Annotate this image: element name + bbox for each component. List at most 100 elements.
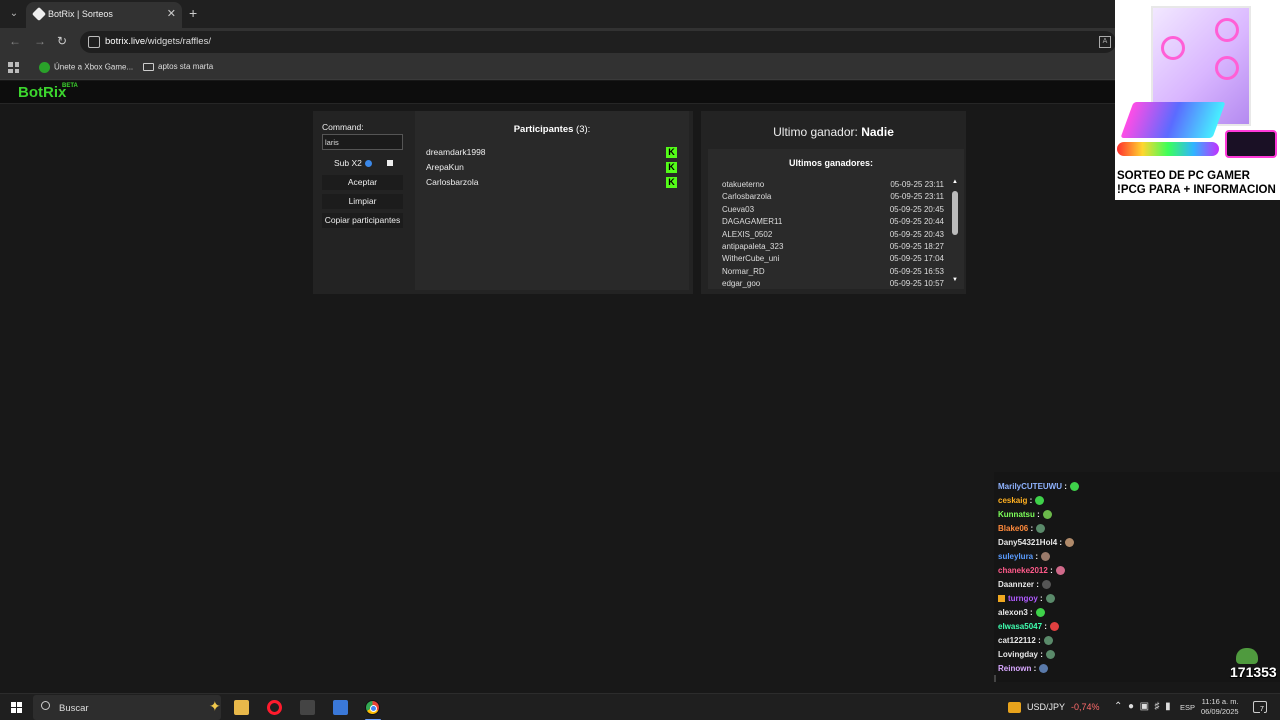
url-text[interactable]: botrix.live/widgets/raffles/ xyxy=(105,36,211,47)
tab-title: BotRix | Sorteos xyxy=(48,9,113,19)
list-item: Normar_RD 05-09-25 16:53 xyxy=(722,267,944,279)
winner-name: Normar_RD xyxy=(722,266,765,276)
chat-message: Lovingday : xyxy=(998,648,1055,662)
chat-username: chaneke2012 xyxy=(998,566,1048,575)
list-item: edgar_goo 05-09-25 10:57 xyxy=(722,279,944,289)
scroll-down-icon[interactable]: ▼ xyxy=(951,277,959,283)
list-item: ArepaKun K xyxy=(415,160,689,175)
clear-button[interactable]: Limpiar xyxy=(322,194,403,209)
raffle-panel: Command: Sub X2 Aceptar Limpiar Copiar p… xyxy=(313,111,693,294)
botrix-logo[interactable]: BotRix xyxy=(18,84,66,101)
rgb-keyboard-image xyxy=(1120,102,1226,138)
back-arrow-icon[interactable]: ← xyxy=(9,34,21,48)
chat-separator: : xyxy=(1029,496,1033,505)
chat-separator: : xyxy=(1050,566,1053,575)
recent-winners-list: otakueterno 05-09-25 23:11 Carlosbarzola 0… xyxy=(722,180,944,289)
folder-icon xyxy=(143,62,154,71)
new-tab-plus-icon[interactable]: + xyxy=(189,5,197,21)
app-icon[interactable] xyxy=(300,700,315,715)
store-icon[interactable] xyxy=(333,700,348,715)
file-explorer-icon[interactable] xyxy=(234,700,249,715)
chat-username: suleylura xyxy=(998,552,1034,561)
winner-name: otakueterno xyxy=(722,180,765,189)
winner-name: Cueva03 xyxy=(722,204,755,214)
list-item: dreamdark1998 K xyxy=(415,145,689,160)
chevron-up-icon[interactable]: ⌃ xyxy=(1114,701,1122,712)
list-item: Cueva03 05-09-25 20:45 xyxy=(722,205,944,217)
usdjpy-ticker[interactable]: USD/JPY -0,74% xyxy=(1008,702,1100,714)
participants-list: dreamdark1998 K ArepaKun K Carlosbarzola K xyxy=(415,145,689,190)
bookmark-folder-aptos[interactable]: aptos sta marta xyxy=(143,62,213,71)
reload-icon[interactable]: ↻ xyxy=(57,34,67,48)
winner-date: 05-09-25 20:44 xyxy=(889,217,944,227)
sub-x2-checkbox[interactable] xyxy=(387,160,393,166)
translate-icon[interactable]: A xyxy=(1099,36,1111,48)
chat-username: alexon3 xyxy=(998,608,1028,617)
notification-center-icon[interactable]: 7 xyxy=(1253,701,1267,714)
rgb-lightbar-image xyxy=(1117,142,1219,156)
tab-strip: ⌄ BotRix | Sorteos ✕ + xyxy=(0,0,1280,28)
promo-subtitle: !PCG PARA + INFORMACION xyxy=(1117,184,1276,196)
taskbar-search[interactable]: Buscar ✦ xyxy=(33,695,221,720)
command-input[interactable] xyxy=(322,134,403,150)
participant-name: dreamdark1998 xyxy=(426,147,486,157)
windows-start-icon[interactable] xyxy=(11,702,22,713)
tab-search-chevron-icon[interactable]: ⌄ xyxy=(6,6,22,22)
emote-icon xyxy=(1039,664,1049,674)
winner-date: 05-09-25 18:27 xyxy=(889,241,944,251)
winner-name: antipapaleta_323 xyxy=(722,241,784,251)
xbox-icon xyxy=(39,62,50,73)
participants-count: (3): xyxy=(576,124,591,135)
ticker-change: -0,74% xyxy=(1071,702,1100,712)
info-icon[interactable] xyxy=(364,160,372,168)
chat-separator: : xyxy=(1037,510,1040,519)
close-icon[interactable]: ✕ xyxy=(167,7,176,20)
emote-icon xyxy=(1069,482,1079,492)
chat-username: turngoy xyxy=(1008,594,1038,603)
chrome-icon[interactable] xyxy=(365,700,380,715)
battery-icon[interactable]: ▮ xyxy=(1165,701,1171,712)
chat-separator: : xyxy=(1064,482,1067,491)
emote-icon xyxy=(1049,622,1059,632)
page-header: BotRix BETA xyxy=(0,81,1280,104)
volume-icon[interactable]: ♯ xyxy=(1155,701,1160,712)
winner-name: edgar_goo xyxy=(722,279,761,289)
winner-date: 05-09-25 20:43 xyxy=(889,229,944,239)
bookmark-xbox[interactable]: Únete a Xbox Game... xyxy=(39,62,133,73)
microphone-icon[interactable]: ● xyxy=(1128,701,1134,712)
clock-date: 06/09/2025 xyxy=(1201,707,1239,716)
stream-chat: MarilyCUTEUWU : ceskaig : Kunnatsu : Bla… xyxy=(994,472,1280,682)
network-icon[interactable]: ▣ xyxy=(1140,701,1149,712)
recent-winners-title: Ultimos ganadores: xyxy=(788,158,873,168)
clock[interactable]: 11:16 a. m. 06/09/2025 xyxy=(1201,697,1239,717)
chat-separator: : xyxy=(1035,552,1039,561)
viewer-count: 171353 xyxy=(1230,664,1277,680)
chat-message: elwasa5047 : xyxy=(998,620,1059,634)
language-indicator[interactable]: ESP xyxy=(1180,703,1195,712)
promo-title: SORTEO DE PC GAMER xyxy=(1117,170,1250,182)
chat-username: MarilyCUTEUWU xyxy=(998,482,1063,491)
emote-icon xyxy=(1036,524,1046,534)
kick-icon: K xyxy=(666,162,677,173)
system-tray[interactable]: ⌃ ● ▣ ♯ ▮ xyxy=(1114,701,1171,712)
chat-message: Kunnatsu : xyxy=(998,508,1052,522)
address-bar[interactable]: botrix.live/widgets/raffles/ xyxy=(80,31,1116,53)
chat-separator: : xyxy=(1038,636,1041,645)
tab-botrix-sorteos[interactable]: BotRix | Sorteos ✕ xyxy=(26,2,182,28)
chat-separator: : xyxy=(1030,524,1034,533)
copy-participants-button[interactable]: Copiar participantes xyxy=(322,213,403,228)
fan-icon xyxy=(1215,18,1239,42)
forward-arrow-icon[interactable]: → xyxy=(34,34,46,48)
kick-icon: K xyxy=(666,147,677,158)
opera-icon[interactable] xyxy=(267,700,282,715)
winners-scrollbar[interactable]: ▲ ▼ xyxy=(951,179,959,285)
browser-toolbar: ← → ↻ botrix.live/widgets/raffles/ A xyxy=(0,28,1280,56)
winner-date: 05-09-25 16:53 xyxy=(889,266,944,276)
chat-message: ceskaig : xyxy=(998,494,1045,508)
recent-winners-box[interactable]: Ultimos ganadores: otakueterno 05-09-25 2… xyxy=(708,149,964,289)
accept-button[interactable]: Aceptar xyxy=(322,175,403,190)
scrollbar-thumb[interactable] xyxy=(952,191,958,235)
site-info-icon[interactable] xyxy=(88,36,100,48)
scroll-up-icon[interactable]: ▲ xyxy=(951,179,959,185)
apps-grid-icon[interactable] xyxy=(8,62,19,73)
